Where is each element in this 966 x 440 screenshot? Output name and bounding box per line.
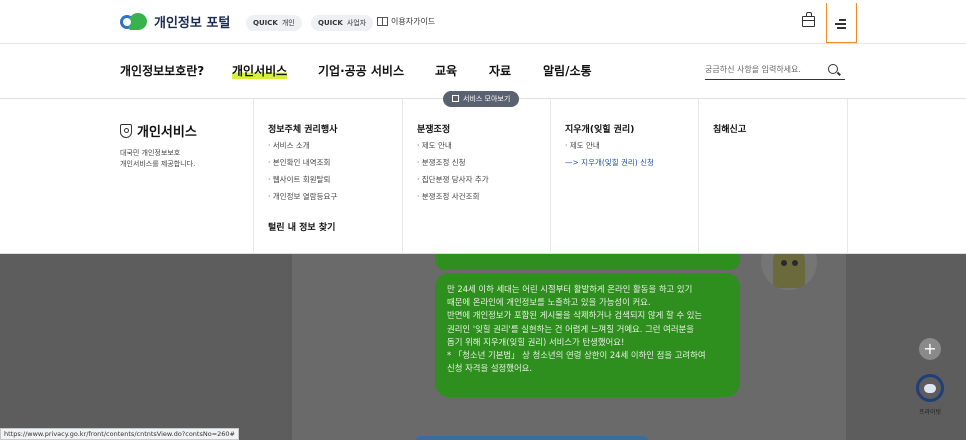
menu-item-label: 집단분쟁 당사자 추가 — [421, 175, 489, 184]
main-nav: 개인정보보호란? 개인서비스 기업·공공 서비스 교육 자료 알림/소통 — [0, 44, 966, 98]
menu-item-label: 웹사이트 회원탈퇴 — [272, 175, 331, 184]
mega-col-intro — [0, 99, 254, 254]
top-header: 개인정보 포털 QUICK 개인 QUICK 사업자 이용자가이드 — [0, 0, 966, 44]
menu-item-group-dispute-add[interactable]: · 집단분쟁 당사자 추가 — [417, 173, 489, 186]
quick-personal-label: 개인 — [281, 19, 295, 27]
menu-item-eraser-guide[interactable]: · 제도 안내 — [565, 139, 600, 152]
nav-item-notice[interactable]: 알림/소통 — [543, 62, 592, 79]
nav-item-personal-service[interactable]: 개인서비스 — [232, 62, 288, 79]
nav-item-resources[interactable]: 자료 — [489, 62, 511, 79]
user-guide-link[interactable]: 이용자가이드 — [377, 16, 435, 27]
chatbot-label: 프라이빗 — [919, 409, 942, 416]
bubble-line: 돕기 위해 지우개(잊힐 권리) 서비스가 탄생했어요! — [447, 336, 625, 347]
menu-item-label: 개인정보 열람등요구 — [272, 192, 338, 201]
bubble-line: 권리인 '잊힐 권리'를 실현하는 건 어렵게 느껴질 거예요. 그런 여러분을 — [447, 323, 694, 334]
hamburger-icon — [837, 27, 846, 29]
quick-tag: QUICK — [318, 19, 343, 27]
search-icon[interactable] — [828, 64, 838, 74]
chatbot-icon[interactable] — [916, 374, 944, 402]
nav-item-education[interactable]: 교육 — [435, 62, 457, 79]
menu-item-label: 서비스 소개 — [272, 141, 310, 150]
hamburger-icon — [835, 23, 846, 25]
bottom-action-button[interactable] — [416, 436, 648, 440]
logo-icon — [120, 12, 148, 31]
search-input[interactable] — [705, 60, 845, 80]
menu-item-info-access-request[interactable]: · 개인정보 열람등요구 — [268, 190, 337, 203]
menu-item-dispute-apply[interactable]: · 분쟁조정 신청 — [417, 156, 466, 169]
plus-icon[interactable]: + — [919, 338, 941, 360]
service-collection-button[interactable]: 서비스 모아보기 — [443, 91, 520, 107]
menu-title-rights[interactable]: 정보주체 권리행사 — [268, 122, 337, 135]
quick-tag: QUICK — [253, 19, 278, 27]
logo-text: 개인정보 포털 — [154, 16, 231, 31]
menu-title-dispute[interactable]: 분쟁조정 — [417, 122, 450, 135]
user-guide-label: 이용자가이드 — [391, 17, 436, 26]
guide-book-icon — [377, 17, 388, 26]
hamburger-icon — [839, 19, 846, 21]
menu-item-label: 지우개(잊힐 권리) 신청 — [581, 158, 654, 167]
bag-icon[interactable] — [802, 12, 815, 27]
bubble-line: 때문에 온라인에 개인정보를 노출하고 있을 가능성이 커요. — [447, 297, 651, 308]
quick-business-label: 사업자 — [346, 19, 367, 27]
grid-icon — [452, 95, 459, 102]
menu-item-website-withdrawal[interactable]: · 웹사이트 회원탈퇴 — [268, 173, 330, 186]
quick-business-button[interactable]: QUICK 사업자 — [311, 15, 374, 31]
bubble-line: 만 24세 이하 세대는 어린 시절부터 활발하게 온라인 활동을 하고 있기 — [447, 284, 693, 294]
hamburger-menu-button[interactable] — [826, 3, 857, 43]
nav-item-privacy-intro[interactable]: 개인정보보호란? — [120, 62, 204, 79]
bubble-line: * 「청소년 기본법」 상 청소년의 연령 상한이 24세 이하인 점을 고려하… — [447, 350, 706, 361]
status-bar-url: https://www.privacy.go.kr/front/contents… — [0, 428, 239, 440]
menu-title-leaked-info[interactable]: 털린 내 정보 찾기 — [268, 220, 335, 233]
site-logo[interactable]: 개인정보 포털 — [120, 12, 230, 31]
menu-item-identity-history[interactable]: · 본인확인 내역조회 — [268, 156, 330, 169]
menu-title-infringement-report[interactable]: 침해신고 — [713, 122, 746, 135]
chat-bubble: 만 24세 이하 세대는 어린 시절부터 활발하게 온라인 활동을 하고 있기 … — [435, 273, 740, 397]
bubble-line: 반면에 개인정보가 포함된 게시물을 삭제하거나 검색되지 않게 할 수 있는 — [447, 310, 703, 321]
bubble-line: 신청 자격을 설정했어요. — [447, 363, 533, 374]
menu-item-dispute-guide[interactable]: · 제도 안내 — [417, 139, 452, 152]
menu-item-label: 분쟁조정 신청 — [421, 158, 466, 167]
menu-item-service-intro[interactable]: · 서비스 소개 — [268, 139, 310, 152]
service-collection-label: 서비스 모아보기 — [463, 95, 511, 103]
quick-personal-button[interactable]: QUICK 개인 — [246, 15, 302, 31]
menu-item-label: 제도 안내 — [421, 141, 452, 150]
menu-item-eraser-apply[interactable]: —> 지우개(잊힐 권리) 신청 — [565, 156, 654, 169]
menu-item-label: 제도 안내 — [569, 141, 600, 150]
mega-menu-dropdown: 개인서비스 대국민 개인정보보호 개인서비스를 제공합니다. 정보주체 권리행사… — [0, 98, 966, 254]
menu-title-eraser[interactable]: 지우개(잊힐 권리) — [565, 122, 634, 135]
nav-item-business-public[interactable]: 기업·공공 서비스 — [318, 62, 404, 79]
menu-item-label: 본인확인 내역조회 — [272, 158, 331, 167]
menu-item-dispute-case-lookup[interactable]: · 분쟁조정 사건조회 — [417, 190, 479, 203]
menu-item-label: 분쟁조정 사건조회 — [421, 192, 480, 201]
